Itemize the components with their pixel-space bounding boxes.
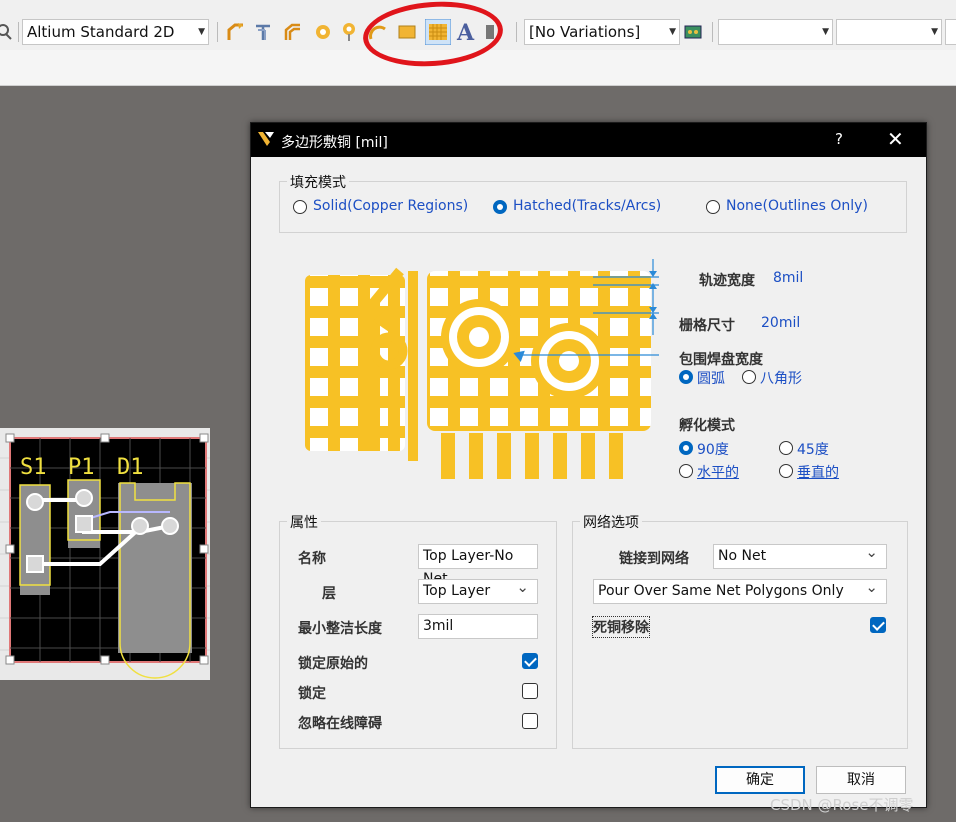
surround-pads-label: 包围焊盘宽度 (679, 352, 763, 368)
fill-none-label[interactable]: None(Outlines Only) (726, 198, 868, 214)
dialog-titlebar[interactable]: 多边形敷铜 [mil] ? ✕ (251, 123, 926, 157)
fill-none-radio[interactable] (706, 200, 720, 214)
toolbar-separator (217, 22, 218, 42)
view-mode-value: Altium Standard 2D (27, 23, 175, 41)
surround-octagons-radio[interactable] (742, 370, 756, 384)
locked-checkbox[interactable] (522, 683, 538, 699)
hatch-horizontal-label[interactable]: 水平的 (697, 462, 739, 482)
properties-title: 属性 (287, 512, 321, 532)
fill-solid-radio[interactable] (293, 200, 307, 214)
chevron-down-icon: ▼ (198, 27, 205, 37)
layer-value: Top Layer (423, 583, 491, 599)
pcb-drawing: S1 P1 D1 (0, 433, 210, 679)
min-length-label: 最小整洁长度 (298, 621, 382, 637)
polygon-pour-dialog: 多边形敷铜 [mil] ? ✕ 填充模式 Solid(Copper Region… (250, 122, 927, 808)
board-icon[interactable] (683, 22, 703, 42)
locked-label: 锁定 (298, 686, 326, 702)
altium-logo-icon (258, 132, 274, 146)
toolbar-separator (516, 22, 517, 42)
designator-d1: D1 (117, 455, 144, 480)
hatch-45-radio[interactable] (779, 441, 793, 455)
variations-combo[interactable]: [No Variations] ▼ (524, 19, 680, 45)
surround-octagons-label[interactable]: 八角形 (760, 368, 802, 388)
dialog-title: 多边形敷铜 [mil] (281, 135, 388, 151)
net-options-title: 网络选项 (580, 512, 642, 532)
hatch-90-radio[interactable] (679, 441, 693, 455)
fill-hatched-label[interactable]: Hatched(Tracks/Arcs) (513, 198, 661, 214)
help-button[interactable]: ? (835, 130, 843, 148)
track-width-value[interactable]: 8mil (773, 270, 803, 286)
multi-routing-icon[interactable] (283, 22, 303, 42)
net-options-group: 网络选项 链接到网络 No Net Pour Over Same Net Pol… (572, 512, 908, 749)
pour-over-value: Pour Over Same Net Polygons Only (598, 583, 844, 599)
view-mode-combo[interactable]: Altium Standard 2D ▼ (22, 19, 209, 45)
name-label: 名称 (298, 551, 326, 567)
grid-size-label: 栅格尺寸 (679, 318, 735, 334)
lock-primitives-checkbox[interactable] (522, 653, 538, 669)
surround-arcs-radio[interactable] (679, 370, 693, 384)
pcb-preview: S1 P1 D1 (0, 428, 210, 680)
hatch-45-label[interactable]: 45度 (797, 439, 829, 459)
name-field[interactable]: Top Layer-No Net (418, 544, 538, 587)
track-width-label: 轨迹宽度 (699, 273, 755, 289)
designator-s1: S1 (20, 455, 47, 480)
connect-to-net-select[interactable]: No Net (713, 541, 887, 569)
hatch-vertical-label[interactable]: 垂直的 (797, 462, 839, 482)
filter-combo[interactable]: ▼ (836, 19, 942, 45)
layer-set-combo[interactable]: ▼ (718, 19, 833, 45)
lock-primitives-label: 锁定原始的 (298, 656, 368, 672)
ignore-obstacles-checkbox[interactable] (522, 713, 538, 729)
variations-value: [No Variations] (529, 23, 641, 41)
designator-p1: P1 (68, 455, 95, 480)
remove-dead-copper-checkbox[interactable] (870, 617, 886, 633)
hatch-90-label[interactable]: 90度 (697, 439, 729, 459)
interactive-routing-icon[interactable] (226, 22, 246, 42)
close-button[interactable]: ✕ (887, 127, 904, 151)
chevron-down-icon: ▼ (822, 27, 829, 37)
ignore-obstacles-label: 忽略在线障碍 (298, 716, 382, 732)
chevron-down-icon: ▼ (931, 27, 938, 37)
remove-dead-copper-label: 死铜移除 (592, 616, 650, 638)
min-length-value: 3mil (423, 618, 454, 634)
extra-combo[interactable] (945, 19, 956, 45)
pad-icon[interactable] (313, 22, 333, 42)
watermark: CSDN @Rose不调零 (770, 796, 914, 814)
cancel-button[interactable]: 取消 (816, 766, 906, 794)
grid-size-value[interactable]: 20mil (761, 315, 800, 331)
fill-hatched-radio[interactable] (493, 200, 507, 214)
diff-pair-routing-icon[interactable] (253, 22, 273, 42)
ok-button[interactable]: 确定 (715, 766, 805, 794)
hatch-vertical-radio[interactable] (779, 464, 793, 478)
surround-arcs-label[interactable]: 圆弧 (697, 368, 725, 388)
properties-group: 属性 名称 Top Layer-No Net 层 Top Layer 最小整洁长… (279, 512, 557, 749)
fill-mode-title: 填充模式 (287, 172, 349, 192)
search-icon[interactable] (0, 22, 14, 42)
connect-to-net-value: No Net (718, 548, 767, 564)
layer-select[interactable]: Top Layer (418, 576, 538, 604)
min-length-field[interactable]: 3mil (418, 614, 538, 639)
fill-mode-group: 填充模式 Solid(Copper Regions) Hatched(Track… (279, 172, 907, 233)
toolbar-separator (712, 22, 713, 42)
hatch-horizontal-radio[interactable] (679, 464, 693, 478)
via-icon[interactable] (339, 22, 359, 42)
chevron-down-icon: ▼ (669, 27, 676, 37)
fill-solid-label[interactable]: Solid(Copper Regions) (313, 198, 468, 214)
layer-label: 层 (322, 586, 336, 602)
hatch-mode-label: 孵化模式 (679, 418, 735, 434)
pour-over-select[interactable]: Pour Over Same Net Polygons Only (593, 576, 887, 604)
toolbar-separator (18, 22, 19, 42)
hatch-preview-illustration (305, 259, 659, 479)
connect-to-net-label: 链接到网络 (619, 551, 689, 567)
